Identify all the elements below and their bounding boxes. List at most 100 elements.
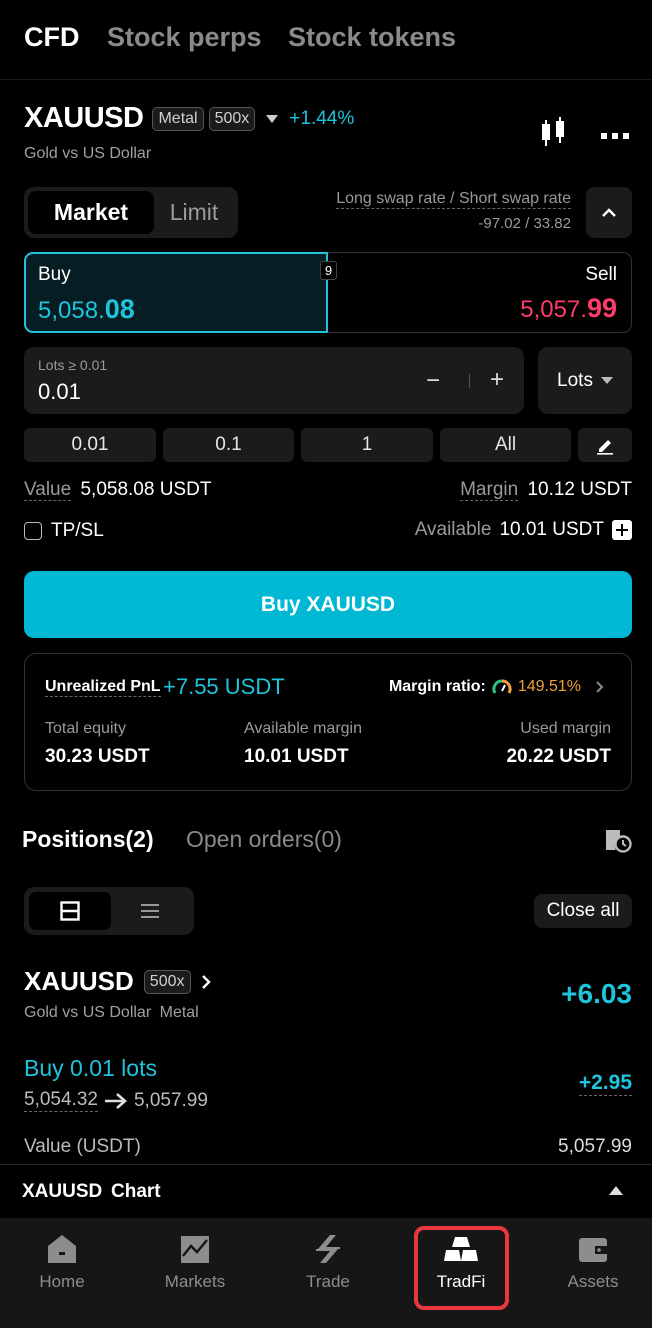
- increase-button[interactable]: +: [490, 366, 504, 394]
- chart-label: Chart: [111, 1181, 161, 1202]
- available-margin-value: 10.01 USDT: [244, 746, 349, 767]
- quick-amount-1[interactable]: 1: [301, 428, 433, 462]
- unit-label: Lots: [557, 369, 593, 391]
- buy-button[interactable]: Buy XAUUSD: [24, 571, 632, 638]
- tpsl-checkbox[interactable]: [24, 522, 42, 540]
- position-value: 5,057.99: [558, 1136, 632, 1157]
- lots-input-field[interactable]: Lots ≥ 0.01 0.01 − +: [24, 347, 524, 414]
- candlestick-chart-icon[interactable]: [538, 116, 570, 150]
- tab-cfd[interactable]: CFD: [24, 22, 80, 53]
- used-margin-value: 20.22 USDT: [506, 746, 611, 767]
- position-side: Buy 0.01 lots: [24, 1055, 157, 1081]
- limit-tab[interactable]: Limit: [154, 191, 234, 234]
- tpsl-label: TP/SL: [51, 520, 104, 541]
- top-tabs: CFD Stock perps Stock tokens: [0, 0, 652, 80]
- unit-select[interactable]: Lots: [538, 347, 632, 414]
- position-prices: 5,054.32 5,057.99: [24, 1089, 208, 1112]
- tpsl-toggle[interactable]: TP/SL: [24, 520, 104, 542]
- tab-stock-perps[interactable]: Stock perps: [107, 22, 262, 53]
- markets-icon: [177, 1232, 213, 1266]
- chart-symbol: XAUUSD: [22, 1181, 103, 1202]
- add-funds-icon[interactable]: [612, 520, 632, 540]
- position-symbol-row[interactable]: XAUUSD 500x: [24, 966, 211, 997]
- nav-assets[interactable]: Assets: [543, 1232, 643, 1292]
- gauge-icon: [492, 679, 512, 694]
- home-icon: [44, 1232, 80, 1266]
- card-view-button[interactable]: [29, 892, 111, 930]
- position-pnl: +6.03: [561, 978, 632, 1009]
- list-view-button[interactable]: [111, 892, 189, 930]
- card-view-icon: [60, 901, 80, 921]
- entry-price[interactable]: 5,054.32: [24, 1089, 98, 1112]
- quick-amount-01[interactable]: 0.1: [163, 428, 294, 462]
- tab-positions[interactable]: Positions(2): [22, 826, 154, 853]
- nav-trade[interactable]: Trade: [278, 1232, 378, 1292]
- chevron-right-icon: [201, 974, 211, 989]
- collapse-button[interactable]: [586, 187, 632, 238]
- instrument-symbol: XAUUSD: [24, 102, 144, 134]
- divider: [469, 374, 470, 388]
- total-equity-label: Total equity: [45, 720, 126, 737]
- margin-ratio[interactable]: Margin ratio: 149.51%: [389, 678, 605, 696]
- decrease-button[interactable]: −: [426, 367, 440, 395]
- account-summary-card: Unrealized PnL +7.55 USDT Margin ratio: …: [24, 653, 632, 791]
- wallet-icon: [575, 1232, 611, 1266]
- nav-home[interactable]: Home: [12, 1232, 112, 1292]
- close-all-button[interactable]: Close all: [534, 894, 632, 928]
- spread-badge: 9: [320, 261, 337, 280]
- trade-icon: [310, 1232, 346, 1266]
- sell-quote-box[interactable]: Sell 5,057.99: [328, 252, 632, 333]
- margin-ratio-value: 149.51%: [517, 678, 581, 695]
- tab-stock-tokens[interactable]: Stock tokens: [288, 22, 456, 53]
- margin-row: Margin 10.12 USDT: [460, 479, 632, 501]
- quick-amount-all[interactable]: All: [440, 428, 571, 462]
- nav-markets[interactable]: Markets: [145, 1232, 245, 1292]
- buy-label: Buy: [38, 264, 71, 285]
- available-label: Available: [414, 519, 492, 540]
- sell-price-tail: 99: [586, 293, 617, 323]
- mark-price: 5,057.99: [133, 1089, 208, 1111]
- quick-amount-001[interactable]: 0.01: [24, 428, 156, 462]
- used-margin-label: Used margin: [520, 720, 611, 737]
- tab-open-orders[interactable]: Open orders(0): [186, 826, 342, 853]
- chevron-up-icon: [602, 207, 616, 217]
- buy-price-tail: 08: [104, 294, 135, 324]
- leg-pnl[interactable]: +2.95: [578, 1071, 632, 1096]
- swap-rate: Long swap rate / Short swap rate -97.02 …: [300, 190, 571, 232]
- margin-label[interactable]: Margin: [460, 479, 519, 501]
- history-icon[interactable]: [602, 826, 632, 854]
- available-margin-label: Available margin: [244, 720, 362, 737]
- order-type-toggle: Market Limit: [24, 187, 238, 238]
- more-icon[interactable]: [600, 128, 630, 139]
- market-tab[interactable]: Market: [28, 191, 154, 234]
- price-change: +1.44%: [289, 107, 355, 129]
- edit-icon: [597, 440, 613, 455]
- buy-quote-box[interactable]: Buy 5,058.08: [24, 252, 328, 333]
- chevron-right-icon: [596, 681, 604, 693]
- position-description: Gold vs US Dollar Metal: [24, 1004, 199, 1022]
- nav-tradfi-label: TradFi: [436, 1272, 486, 1291]
- dropdown-caret-icon[interactable]: [266, 114, 279, 123]
- nav-tradfi[interactable]: TradFi: [411, 1232, 511, 1292]
- position-category: Metal: [159, 1004, 199, 1021]
- pnl-label[interactable]: Unrealized PnL: [45, 678, 161, 697]
- instrument-description: Gold vs US Dollar: [24, 145, 152, 162]
- swap-rate-label[interactable]: Long swap rate / Short swap rate: [336, 190, 571, 209]
- sell-label: Sell: [585, 264, 617, 285]
- chart-drawer[interactable]: XAUUSD Chart: [0, 1164, 652, 1218]
- value-label[interactable]: Value: [24, 479, 72, 501]
- category-badge: Metal: [152, 106, 204, 131]
- margin-ratio-label: Margin ratio:: [388, 678, 486, 695]
- gold-bars-icon: [443, 1232, 479, 1266]
- available-amount: 10.01 USDT: [499, 519, 604, 540]
- instrument-header[interactable]: XAUUSD Metal 500x +1.44%: [24, 102, 354, 135]
- value-amount: 5,058.08 USDT: [80, 479, 212, 500]
- expand-up-icon[interactable]: [609, 1186, 623, 1195]
- edit-presets-button[interactable]: [578, 428, 632, 462]
- value-row: Value 5,058.08 USDT: [24, 479, 211, 501]
- arrow-right-icon: [104, 1092, 127, 1109]
- sell-price-main: 5,057.: [520, 296, 587, 323]
- leverage-badge: 500x: [208, 106, 256, 131]
- margin-amount: 10.12 USDT: [527, 479, 632, 500]
- nav-home-label: Home: [39, 1272, 85, 1291]
